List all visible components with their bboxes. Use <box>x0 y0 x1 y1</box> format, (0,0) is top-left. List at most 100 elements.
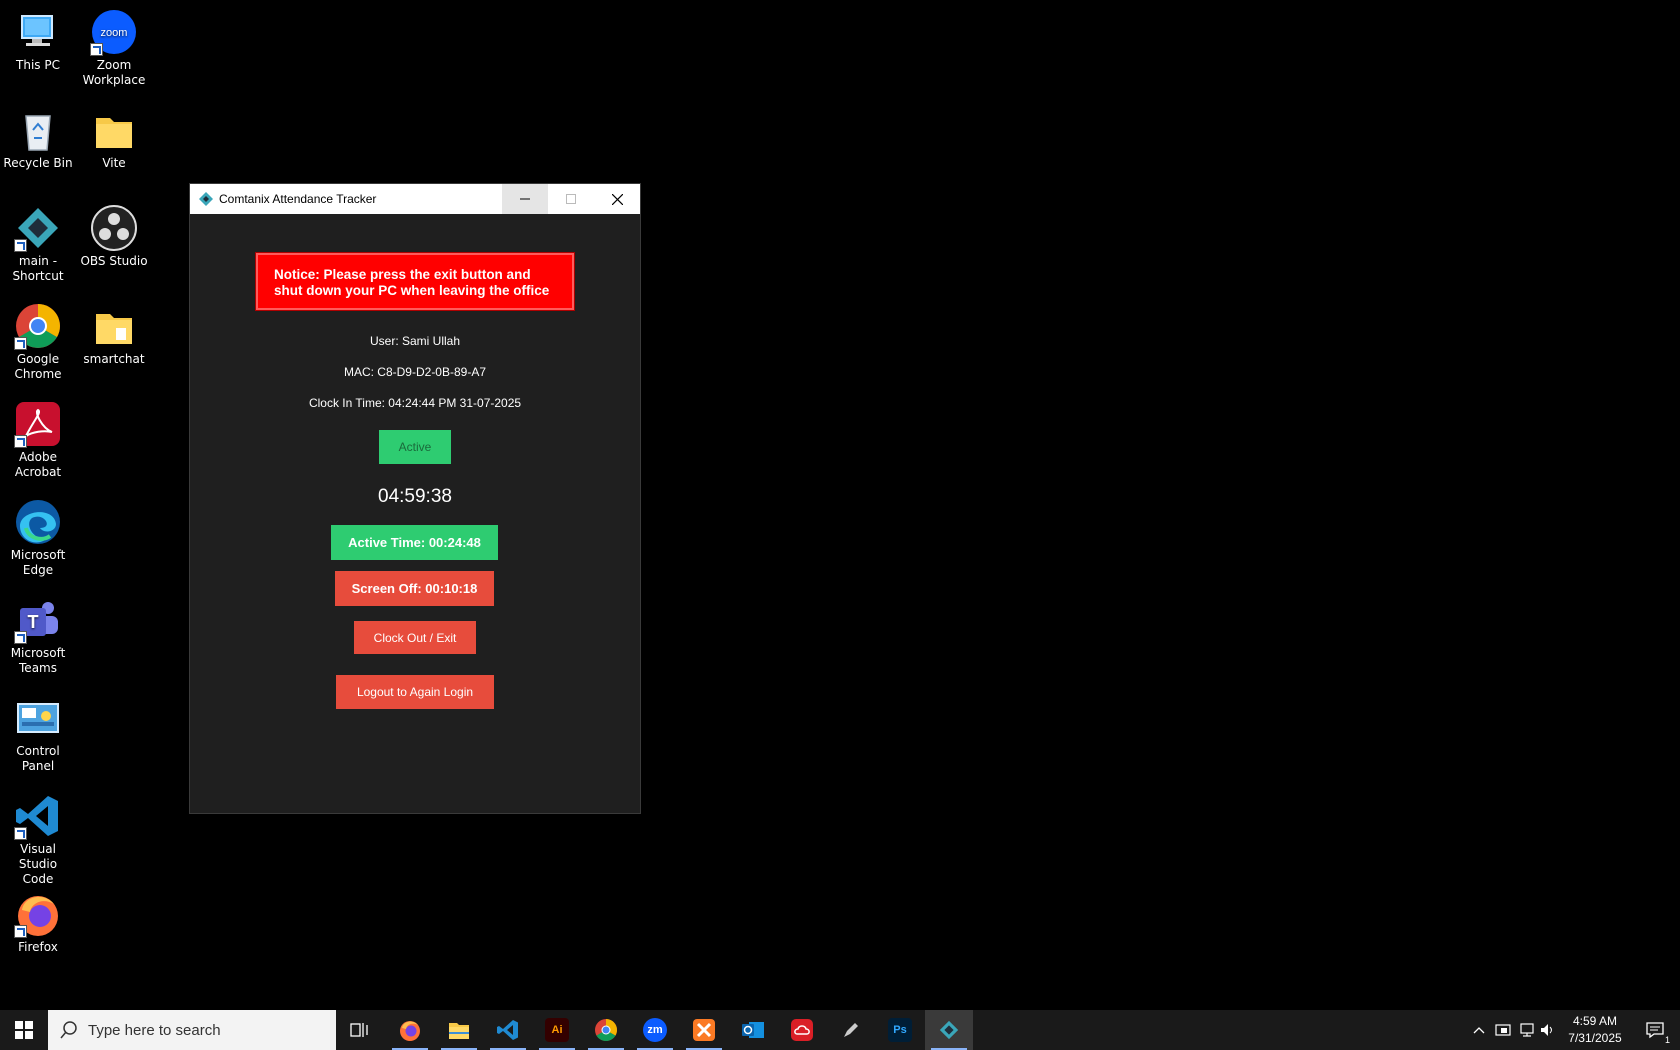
taskbar-app-chrome[interactable] <box>582 1010 630 1050</box>
maximize-icon <box>566 194 576 204</box>
shortcut-arrow-icon <box>14 239 27 252</box>
active-time-badge: Active Time: 00:24:48 <box>331 525 498 560</box>
tray-network[interactable] <box>1516 1010 1540 1050</box>
windows-logo-icon <box>15 1021 33 1039</box>
outlook-icon <box>742 1022 764 1038</box>
current-time: 04:59:38 <box>378 486 452 507</box>
desktop-icon-adobe-acrobat[interactable]: Adobe Acrobat <box>0 400 76 480</box>
tray-volume[interactable] <box>1540 1010 1556 1050</box>
photoshop-icon: Ps <box>888 1018 912 1042</box>
taskbar-app-vscode[interactable] <box>484 1010 532 1050</box>
minimize-button[interactable] <box>502 184 548 214</box>
svg-text:T: T <box>28 612 39 632</box>
desktop-icon-recycle-bin[interactable]: Recycle Bin <box>0 106 76 171</box>
desktop-icon-smartchat[interactable]: smartchat <box>76 302 152 367</box>
clock-in-label: Clock In Time: 04:24:44 PM 31-07-2025 <box>308 396 522 410</box>
this-pc-icon <box>14 8 62 56</box>
taskbar-app-creative-cloud[interactable] <box>778 1010 826 1050</box>
control-panel-icon <box>14 694 62 742</box>
taskbar-app-zoom[interactable]: zm <box>631 1010 679 1050</box>
window-titlebar[interactable]: Comtanix Attendance Tracker <box>190 184 640 214</box>
folder-icon <box>449 1023 469 1039</box>
desktop-icon-visual-studio-code[interactable]: Visual Studio Code <box>0 792 76 887</box>
user-label: User: Sami Ullah <box>369 334 461 348</box>
taskbar-time: 4:59 AM <box>1572 1014 1618 1028</box>
desktop-icon-firefox[interactable]: Firefox <box>0 890 76 955</box>
pen-tool-icon <box>844 1023 858 1037</box>
maximize-button[interactable] <box>548 184 594 214</box>
logout-button[interactable]: Logout to Again Login <box>336 675 494 709</box>
search-icon <box>60 1021 77 1039</box>
obs-icon <box>90 204 138 252</box>
recycle-bin-icon <box>14 106 62 154</box>
shortcut-arrow-icon <box>14 435 27 448</box>
tray-security[interactable] <box>1491 1010 1515 1050</box>
vscode-icon <box>497 1020 518 1040</box>
desktop-icon-obs-studio[interactable]: OBS Studio <box>76 204 152 269</box>
taskbar-clock[interactable]: 4:59 AM 7/31/2025 <box>1555 1010 1635 1050</box>
edge-icon <box>14 498 62 546</box>
chevron-up-icon <box>1473 1027 1485 1034</box>
creative-cloud-icon <box>791 1019 813 1041</box>
shortcut-arrow-icon <box>14 631 27 644</box>
chrome-icon <box>14 302 62 350</box>
acrobat-icon <box>14 400 62 448</box>
notice-banner: Notice: Please press the exit button and… <box>255 252 575 311</box>
window-content: Notice: Please press the exit button and… <box>190 214 640 814</box>
chrome-icon <box>595 1019 617 1041</box>
notification-icon <box>1646 1022 1664 1039</box>
taskbar-search-input[interactable]: Type here to search <box>48 1010 336 1050</box>
desktop-icon-microsoft-teams[interactable]: T Microsoft Teams <box>0 596 76 676</box>
screen-off-badge: Screen Off: 00:10:18 <box>335 571 494 606</box>
window-title: Comtanix Attendance Tracker <box>219 192 377 206</box>
desktop-icon-zoom[interactable]: zoom Zoom Workplace <box>76 8 152 88</box>
folder-icon <box>90 106 138 154</box>
desktop-icon-this-pc[interactable]: This PC <box>0 8 76 73</box>
taskbar-app-illustrator[interactable]: Ai <box>533 1010 581 1050</box>
action-center-button[interactable]: 1 <box>1636 1010 1676 1050</box>
taskbar-app-photoshop[interactable]: Ps <box>876 1010 924 1050</box>
desktop-icon-vite[interactable]: Vite <box>76 106 152 171</box>
shortcut-arrow-icon <box>14 925 27 938</box>
speaker-icon <box>1541 1024 1552 1036</box>
vscode-icon <box>14 792 62 840</box>
taskbar: Type here to search Ai zm Ps 4:59 AM 7/3… <box>0 1010 1680 1050</box>
show-hidden-icons-button[interactable] <box>1468 1010 1490 1050</box>
search-placeholder: Type here to search <box>88 1021 221 1039</box>
taskbar-date: 7/31/2025 <box>1568 1031 1622 1045</box>
desktop-icon-main-shortcut[interactable]: main - Shortcut <box>0 204 76 284</box>
firefox-icon <box>400 1021 420 1041</box>
shortcut-arrow-icon <box>90 43 103 56</box>
folder-icon <box>90 302 138 350</box>
svg-text:zoom: zoom <box>101 27 128 39</box>
desktop-icon-google-chrome[interactable]: Google Chrome <box>0 302 76 382</box>
mac-label: MAC: C8-D9-D2-0B-89-A7 <box>343 365 487 379</box>
app-shortcut-icon <box>14 204 62 252</box>
taskbar-app-file-explorer[interactable] <box>435 1010 483 1050</box>
shortcut-arrow-icon <box>14 827 27 840</box>
minimize-icon <box>520 198 530 200</box>
security-icon <box>1495 1024 1511 1036</box>
task-view-icon <box>350 1023 368 1037</box>
desktop-icon-control-panel[interactable]: Control Panel <box>0 694 76 774</box>
close-icon <box>611 193 623 205</box>
desktop-icon-microsoft-edge[interactable]: Microsoft Edge <box>0 498 76 578</box>
taskbar-app-outlook[interactable] <box>729 1010 777 1050</box>
zoom-icon: zoom <box>90 8 138 56</box>
task-view-button[interactable] <box>336 1010 384 1050</box>
start-button[interactable] <box>0 1010 48 1050</box>
illustrator-icon: Ai <box>545 1018 569 1042</box>
app-logo-icon <box>199 192 213 206</box>
taskbar-app-xampp[interactable] <box>680 1010 728 1050</box>
firefox-icon <box>14 890 62 938</box>
close-button[interactable] <box>594 184 640 214</box>
clock-out-button[interactable]: Clock Out / Exit <box>354 621 476 654</box>
teams-icon: T <box>14 596 62 644</box>
taskbar-app-attendance-tracker[interactable] <box>925 1010 973 1050</box>
attendance-tracker-icon <box>939 1020 959 1040</box>
status-badge: Active <box>379 430 451 464</box>
xampp-icon <box>693 1019 715 1041</box>
taskbar-app-pen-tool[interactable] <box>827 1010 875 1050</box>
attendance-tracker-window: Comtanix Attendance Tracker Notice: Plea… <box>189 183 641 814</box>
taskbar-app-firefox[interactable] <box>386 1010 434 1050</box>
